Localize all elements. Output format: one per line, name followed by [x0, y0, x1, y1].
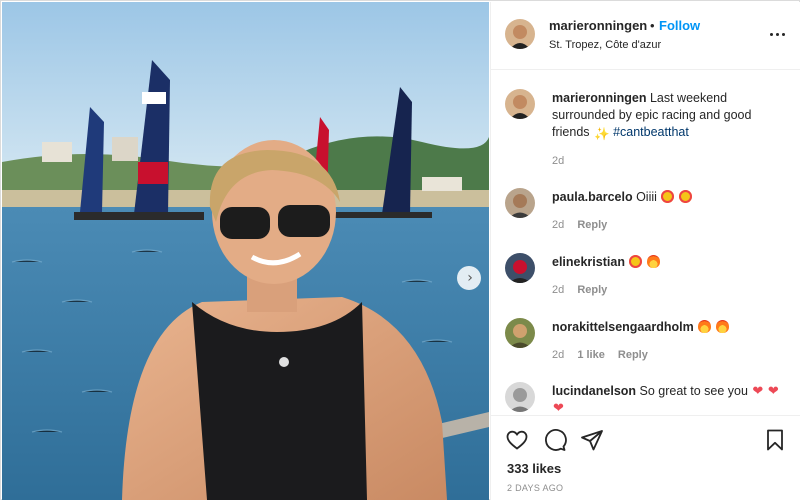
author-username[interactable]: marieronningen: [549, 18, 647, 33]
instagram-post: › marieronningen • Follow St. Tropez, Cô…: [0, 0, 800, 500]
post-header: marieronningen • Follow St. Tropez, Côte…: [491, 2, 800, 70]
comment-username[interactable]: norakittelsengaardholm: [552, 320, 694, 334]
follow-button[interactable]: Follow: [659, 18, 700, 33]
likes-count[interactable]: 333 likes: [507, 461, 561, 476]
caption-hashtag[interactable]: #cantbeatthat: [613, 125, 689, 139]
comment-meta: 2d Reply: [552, 219, 607, 231]
comment-meta: 2d Reply: [552, 284, 607, 296]
chevron-right-icon: ›: [467, 270, 473, 286]
comment-meta: 2d 1 like Reply: [552, 349, 648, 361]
star-struck-emoji-icon: [629, 255, 643, 268]
comment-text: elinekristian: [552, 254, 788, 271]
more-options-icon[interactable]: [767, 24, 787, 44]
comment-username[interactable]: paula.barcelo: [552, 190, 633, 204]
caption-username[interactable]: marieronningen: [552, 91, 646, 105]
caption-avatar[interactable]: [505, 89, 535, 119]
reply-button[interactable]: Reply: [577, 284, 607, 296]
fire-emoji-icon: [715, 320, 729, 333]
sailboat-emoji-icon: ✨: [594, 126, 610, 141]
reply-button[interactable]: Reply: [577, 219, 607, 231]
caption-time[interactable]: 2d: [552, 155, 564, 167]
reply-button[interactable]: Reply: [618, 349, 648, 361]
star-struck-emoji-icon: [661, 190, 675, 203]
comment-time[interactable]: 2d: [552, 284, 564, 296]
fire-emoji-icon: [698, 320, 712, 333]
caption-meta: 2d: [552, 155, 564, 167]
comment-body: So great to see you: [639, 384, 748, 398]
photo-illustration: [2, 2, 489, 500]
post-location[interactable]: St. Tropez, Côte d'azur: [549, 39, 661, 51]
comment-text: paula.barcelo Oiiii: [552, 189, 788, 206]
share-icon[interactable]: [580, 428, 604, 452]
fire-emoji-icon: [646, 255, 660, 268]
heart-emoji-icon: ❤: [752, 384, 764, 399]
comments-list[interactable]: marieronningen Last weekend surrounded b…: [491, 71, 800, 415]
comment-text: norakittelsengaardholm: [552, 319, 788, 336]
comment-time[interactable]: 2d: [552, 349, 564, 361]
commenter-avatar[interactable]: [505, 382, 535, 412]
comment-username[interactable]: elinekristian: [552, 255, 625, 269]
heart-emoji-icon: ❤: [553, 401, 564, 415]
heart-outline-icon[interactable]: [505, 428, 529, 452]
bookmark-icon[interactable]: [763, 428, 787, 452]
post-side-panel: marieronningen • Follow St. Tropez, Côte…: [490, 2, 800, 500]
separator-dot: •: [650, 18, 655, 33]
comment-body: Oiiii: [636, 190, 657, 204]
caption-text: marieronningen Last weekend surrounded b…: [552, 90, 788, 142]
comment-text: lucindanelson So great to see you ❤ ❤ ❤: [552, 383, 788, 415]
heart-emoji-icon: ❤: [767, 384, 779, 399]
comment-icon[interactable]: [543, 428, 567, 452]
post-photo[interactable]: ›: [2, 2, 489, 500]
comment-time[interactable]: 2d: [552, 219, 564, 231]
author-avatar[interactable]: [505, 19, 535, 49]
next-image-button[interactable]: ›: [457, 266, 481, 290]
comment-username[interactable]: lucindanelson: [552, 384, 636, 398]
commenter-avatar[interactable]: [505, 318, 535, 348]
commenter-avatar[interactable]: [505, 188, 535, 218]
post-actions: 333 likes 2 DAYS AGO: [491, 415, 800, 500]
star-struck-emoji-icon: [678, 190, 692, 203]
commenter-avatar[interactable]: [505, 253, 535, 283]
comment-like-count[interactable]: 1 like: [577, 349, 605, 361]
post-date[interactable]: 2 DAYS AGO: [507, 483, 563, 493]
